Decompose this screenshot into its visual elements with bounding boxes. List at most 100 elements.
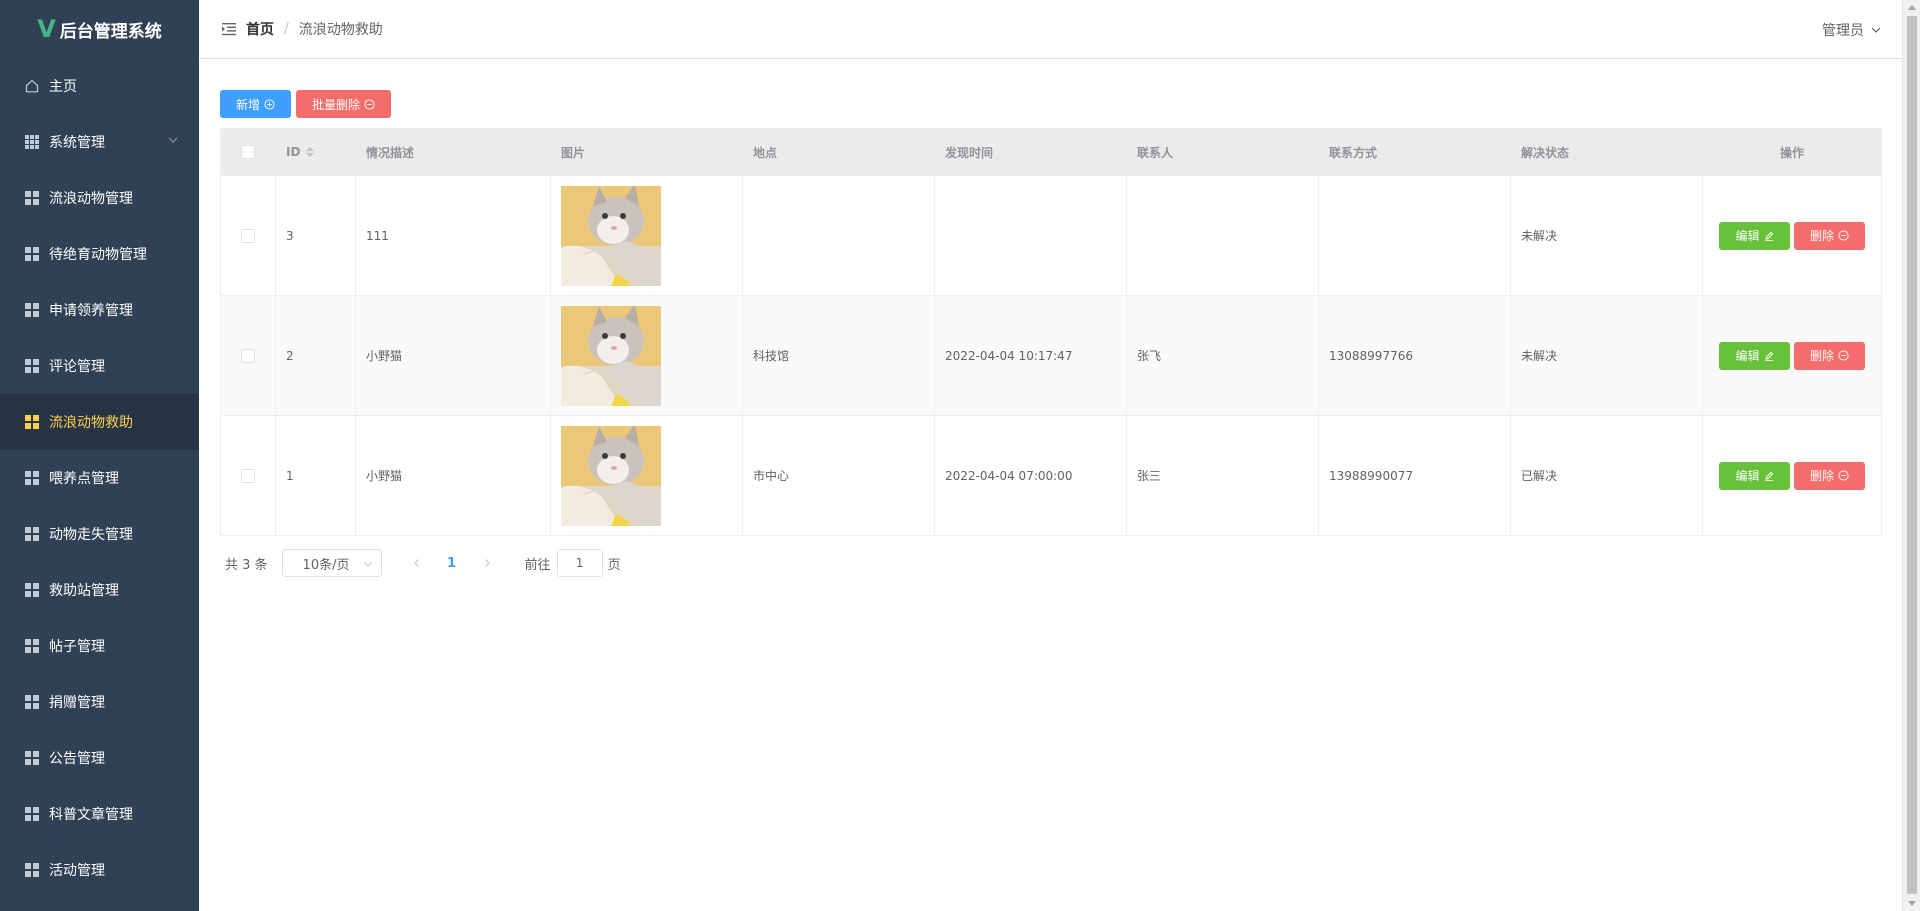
edit-button[interactable]: 编辑	[1719, 461, 1790, 490]
edit-button[interactable]: 编辑	[1719, 341, 1790, 370]
goto-page-input[interactable]	[556, 549, 603, 577]
sidebar-item-label: 科普文章管理	[49, 807, 133, 823]
cell-image	[551, 296, 743, 416]
sidebar-item-lost[interactable]: 动物走失管理	[0, 506, 199, 562]
edit-button[interactable]: 编辑	[1719, 221, 1790, 250]
sidebar-item-label: 动物走失管理	[49, 527, 133, 543]
sidebar-item-articles[interactable]: 科普文章管理	[0, 786, 199, 842]
plus-circle-icon	[264, 98, 275, 110]
cell-phone: 13988990077	[1319, 416, 1511, 536]
column-header-image: 图片	[551, 129, 743, 176]
sidebar-item-stray-animals[interactable]: 流浪动物管理	[0, 170, 199, 226]
breadcrumb: 首页 / 流浪动物救助	[246, 19, 383, 39]
cell-status: 已解决	[1511, 416, 1703, 536]
grid-icon	[24, 246, 40, 262]
cell-contact	[1127, 176, 1319, 296]
table-header-row: ID 情况描述 图片 地点 发现时间 联系人 联系方式 解决状态 操作	[221, 129, 1883, 176]
column-header-desc: 情况描述	[356, 129, 551, 176]
column-header-label: 解决状态	[1521, 145, 1570, 160]
edit-icon	[1764, 351, 1774, 361]
delete-label: 删除	[1809, 229, 1834, 243]
cat-photo	[561, 185, 661, 286]
table-body: 3 111 未解决 编辑 删除 2 小野猫 科技馆 2022-04-04 10:…	[221, 176, 1883, 536]
cell-actions: 编辑 删除	[1703, 416, 1882, 536]
row-checkbox[interactable]	[241, 228, 255, 243]
sidebar-item-label: 流浪动物救助	[49, 415, 133, 431]
select-all-checkbox[interactable]	[241, 145, 255, 159]
next-page-button[interactable]	[472, 549, 502, 577]
cell-phone	[1319, 176, 1511, 296]
column-header-id[interactable]: ID	[276, 129, 356, 176]
scroll-down-icon[interactable]	[1908, 901, 1916, 906]
sidebar: V 后台管理系统 主页 系统管理 流浪动物管理 待绝育动物管理 申请领养管理 评…	[0, 0, 199, 911]
column-header-label: 操作	[1779, 145, 1804, 160]
chevron-left-icon	[413, 559, 419, 567]
hamburger-icon[interactable]	[221, 21, 237, 37]
prev-page-button[interactable]	[402, 549, 432, 577]
sidebar-item-system[interactable]: 系统管理	[0, 114, 199, 170]
edit-icon	[1764, 471, 1774, 481]
top-header: 首页 / 流浪动物救助 管理员	[199, 0, 1902, 59]
cat-photo	[561, 425, 661, 526]
sidebar-item-adoption[interactable]: 申请领养管理	[0, 282, 199, 338]
edit-label: 编辑	[1735, 229, 1760, 243]
pagination-total: 共 3 条	[225, 557, 268, 573]
batch-delete-button[interactable]: 批量删除	[296, 90, 391, 118]
rescue-table: ID 情况描述 图片 地点 发现时间 联系人 联系方式 解决状态 操作 3 11…	[220, 128, 1883, 536]
row-checkbox[interactable]	[241, 468, 255, 483]
user-dropdown[interactable]: 管理员	[1822, 20, 1882, 40]
sort-icon[interactable]	[306, 147, 315, 157]
sidebar-item-label: 主页	[49, 79, 77, 95]
page-size-select[interactable]: 10条/页	[281, 549, 382, 577]
home-icon	[24, 78, 40, 94]
vertical-scrollbar[interactable]	[1902, 0, 1920, 911]
delete-button[interactable]: 删除	[1794, 341, 1865, 370]
sidebar-item-announcements[interactable]: 公告管理	[0, 730, 199, 786]
column-header-label: 情况描述	[366, 145, 415, 160]
goto-label: 前往	[524, 557, 551, 573]
scrollbar-thumb[interactable]	[1907, 16, 1917, 894]
sidebar-item-home[interactable]: 主页	[0, 58, 199, 114]
sidebar-item-posts[interactable]: 帖子管理	[0, 618, 199, 674]
page-number[interactable]: 1	[432, 556, 472, 571]
cell-status: 未解决	[1511, 176, 1703, 296]
scroll-up-icon[interactable]	[1908, 5, 1916, 10]
minus-circle-icon	[1838, 350, 1849, 361]
breadcrumb-current: 流浪动物救助	[298, 22, 383, 38]
sidebar-item-label: 帖子管理	[49, 639, 105, 655]
sidebar-item-donations[interactable]: 捐赠管理	[0, 674, 199, 730]
cell-desc: 小野猫	[356, 416, 551, 536]
grid-icon	[24, 526, 40, 542]
delete-button[interactable]: 删除	[1794, 221, 1865, 250]
sidebar-item-activities[interactable]: 活动管理	[0, 842, 199, 898]
grid-icon	[24, 638, 40, 654]
cell-time	[935, 176, 1127, 296]
sidebar-item-comments[interactable]: 评论管理	[0, 338, 199, 394]
row-checkbox[interactable]	[241, 348, 255, 363]
cell-time: 2022-04-04 07:00:00	[935, 416, 1127, 536]
grid-icon	[24, 750, 40, 766]
sidebar-item-sterilization[interactable]: 待绝育动物管理	[0, 226, 199, 282]
chevron-right-icon	[484, 559, 490, 567]
delete-button[interactable]: 删除	[1794, 461, 1865, 490]
column-header-label: 发现时间	[945, 145, 994, 160]
sidebar-item-label: 捐赠管理	[49, 695, 105, 711]
table-row: 2 小野猫 科技馆 2022-04-04 10:17:47 张飞 1308899…	[221, 296, 1883, 416]
cell-id: 1	[276, 416, 356, 536]
sidebar-item-feeding[interactable]: 喂养点管理	[0, 450, 199, 506]
grid-icon	[24, 134, 40, 150]
sidebar-item-label: 喂养点管理	[49, 471, 119, 487]
delete-label: 删除	[1809, 469, 1834, 483]
column-header-label: ID	[286, 145, 301, 159]
column-header-contact: 联系人	[1127, 129, 1319, 176]
edit-icon	[1764, 231, 1774, 241]
column-header-label: 地点	[753, 145, 778, 160]
edit-label: 编辑	[1735, 349, 1760, 363]
sidebar-item-rescue-station[interactable]: 救助站管理	[0, 562, 199, 618]
cell-contact: 张飞	[1127, 296, 1319, 416]
add-button[interactable]: 新增	[220, 90, 291, 118]
minus-circle-icon	[364, 98, 375, 110]
breadcrumb-home[interactable]: 首页	[246, 19, 274, 39]
sidebar-item-rescue[interactable]: 流浪动物救助	[0, 394, 199, 450]
grid-icon	[24, 470, 40, 486]
